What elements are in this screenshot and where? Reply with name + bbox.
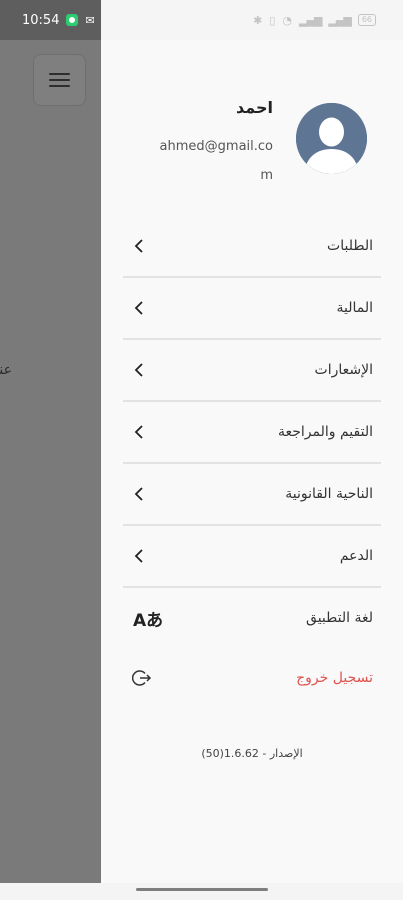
drawer-menu: الطلبات المالية الإشعارات التقيم والمراج… [123,216,381,708]
navigation-drawer: احمد ahmed@gmail.com الطلبات المالية الإ… [101,40,403,883]
translate-icon: Aあ [133,610,164,631]
menu-item-finance[interactable]: المالية [123,278,381,340]
hamburger-line [49,79,70,81]
menu-item-label: الدعم [339,548,373,564]
hamburger-line [49,73,70,75]
chevron-left-icon [133,484,153,504]
status-time: 10:54 [22,12,60,28]
menu-item-label: المالية [336,300,373,316]
menu-item-app-language[interactable]: Aあ لغة التطبيق [123,588,381,648]
menu-item-orders[interactable]: الطلبات [123,216,381,278]
chevron-left-icon [133,360,153,380]
home-indicator[interactable] [136,888,268,891]
user-name: احمد [236,98,273,117]
status-bar-left: 10:54 ✉ [0,0,101,40]
menu-item-label: الإشعارات [314,362,373,378]
status-bar-right: ✱ ▯ ◔ ▂▄▆ ▂▄▆ 66 [101,0,403,40]
chevron-left-icon [133,422,153,442]
hamburger-line [49,85,70,87]
app-version: الإصدار - 1.6.62(50) [201,747,303,760]
menu-item-label: الطلبات [327,238,373,254]
vibrate-icon: ▯ [269,13,276,27]
bluetooth-icon: ✱ [253,13,263,27]
user-silhouette-icon [296,103,367,174]
chevron-left-icon [133,546,153,566]
avatar[interactable] [296,103,367,174]
menu-item-ratings-reviews[interactable]: التقيم والمراجعة [123,402,381,464]
backdrop-overlay[interactable]: عند [0,40,101,883]
hamburger-menu-button[interactable] [33,54,86,106]
profile-header: احمد ahmed@gmail.com [101,40,403,200]
wifi-icon: ◔ [282,13,293,27]
logout-button[interactable]: تسجيل خروج [123,648,381,708]
user-email: ahmed@gmail.com [159,139,273,183]
menu-item-label: الناحية القانونية [285,486,373,502]
menu-item-label: لغة التطبيق [306,610,373,626]
signal-icon: ▂▄▆ [328,13,351,27]
menu-item-label: التقيم والمراجعة [278,424,373,440]
menu-item-legal[interactable]: الناحية القانونية [123,464,381,526]
logout-icon [131,668,152,688]
shield-icon [66,14,79,26]
menu-item-notifications[interactable]: الإشعارات [123,340,381,402]
mail-icon: ✉ [85,13,95,27]
menu-item-support[interactable]: الدعم [123,526,381,588]
battery-icon: 66 [357,14,376,26]
chevron-left-icon [133,298,153,318]
system-nav-bar [0,883,403,900]
logout-label: تسجيل خروج [296,670,373,686]
signal-icon: ▂▄▆ [299,13,322,27]
backdrop-partial-text: عند [0,362,12,378]
chevron-left-icon [133,236,153,256]
